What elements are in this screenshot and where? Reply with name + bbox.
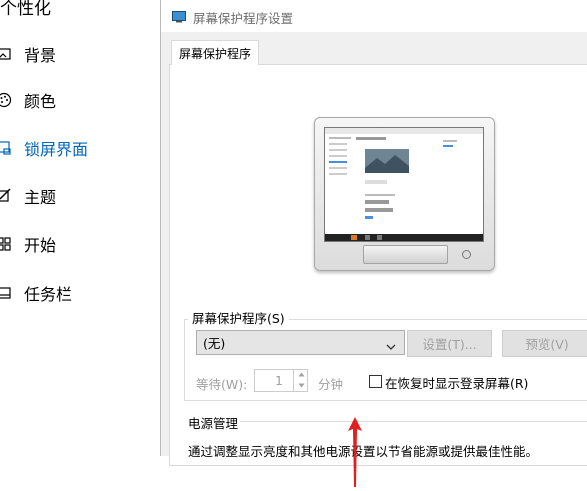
dialog-title-bar[interactable]: 屏幕保护程序设置 bbox=[161, 0, 587, 32]
tab-screensaver[interactable]: 屏幕保护程序 bbox=[171, 40, 259, 65]
brush-icon bbox=[0, 188, 12, 204]
sidebar-item-colors[interactable]: 颜色 bbox=[0, 86, 150, 114]
resume-logon-checkbox[interactable] bbox=[369, 375, 382, 388]
stepper-down-icon[interactable] bbox=[294, 380, 308, 391]
sidebar-item-label: 锁屏界面 bbox=[24, 140, 89, 159]
sidebar-item-themes[interactable]: 主题 bbox=[0, 182, 150, 210]
preview-button[interactable]: 预览(V) bbox=[502, 330, 587, 357]
sidebar-item-lock-screen[interactable]: 锁屏界面 bbox=[0, 134, 150, 162]
desktop-thumbnail bbox=[325, 128, 483, 241]
lock-screen-icon bbox=[0, 140, 12, 156]
settings-sidebar: 个性化 背景 颜色 锁屏界面 主题 开始 任务栏 bbox=[0, 0, 160, 456]
sidebar-item-start[interactable]: 开始 bbox=[0, 230, 150, 258]
wait-minutes-stepper[interactable] bbox=[293, 369, 308, 392]
start-grid-icon bbox=[0, 236, 12, 252]
settings-section-title: 个性化 bbox=[0, 0, 51, 19]
monitor-stand bbox=[363, 245, 448, 264]
palette-icon bbox=[0, 92, 12, 108]
sidebar-item-label: 主题 bbox=[24, 188, 57, 207]
sidebar-item-label: 任务栏 bbox=[24, 285, 73, 304]
preview-screen bbox=[324, 127, 484, 242]
resume-logon-label[interactable]: 在恢复时显示登录屏幕(R) bbox=[385, 373, 528, 392]
stepper-up-icon[interactable] bbox=[294, 369, 308, 380]
sidebar-item-taskbar[interactable]: 任务栏 bbox=[0, 279, 150, 307]
screensaver-group-label: 屏幕保护程序(S) bbox=[188, 308, 289, 327]
minutes-label: 分钟 bbox=[318, 377, 344, 392]
dialog-title: 屏幕保护程序设置 bbox=[193, 11, 294, 26]
monitor-power-led bbox=[462, 250, 471, 259]
screensaver-tab-panel: 屏幕保护程序(S) (无) 设置(T)... 预览(V) 等待(W): 1 分钟… bbox=[169, 64, 587, 487]
sidebar-item-label: 颜色 bbox=[24, 92, 57, 111]
sidebar-item-label: 开始 bbox=[24, 236, 57, 255]
wait-label: 等待(W): bbox=[196, 377, 248, 392]
annotation-arrow-icon bbox=[347, 417, 363, 491]
sidebar-item-background[interactable]: 背景 bbox=[0, 40, 150, 68]
display-settings-icon bbox=[172, 8, 186, 27]
power-management-description: 通过调整显示亮度和其他电源设置以节省能源或提供最佳性能。 bbox=[188, 444, 539, 459]
screensaver-settings-dialog: 屏幕保护程序设置 屏幕保护程序 屏幕保护程序(S) (无) 设置(T)... 预… bbox=[160, 0, 587, 487]
screensaver-dropdown[interactable]: (无) bbox=[196, 330, 405, 355]
screensaver-selected-value: (无) bbox=[203, 336, 226, 351]
settings-button[interactable]: 设置(T)... bbox=[407, 330, 492, 357]
power-section-divider bbox=[240, 421, 587, 422]
sidebar-item-label: 背景 bbox=[24, 46, 57, 65]
chevron-down-icon bbox=[386, 339, 396, 354]
taskbar-icon bbox=[0, 285, 12, 301]
monitor-preview bbox=[314, 117, 495, 271]
power-management-heading: 电源管理 bbox=[188, 416, 239, 431]
image-icon bbox=[0, 46, 12, 62]
